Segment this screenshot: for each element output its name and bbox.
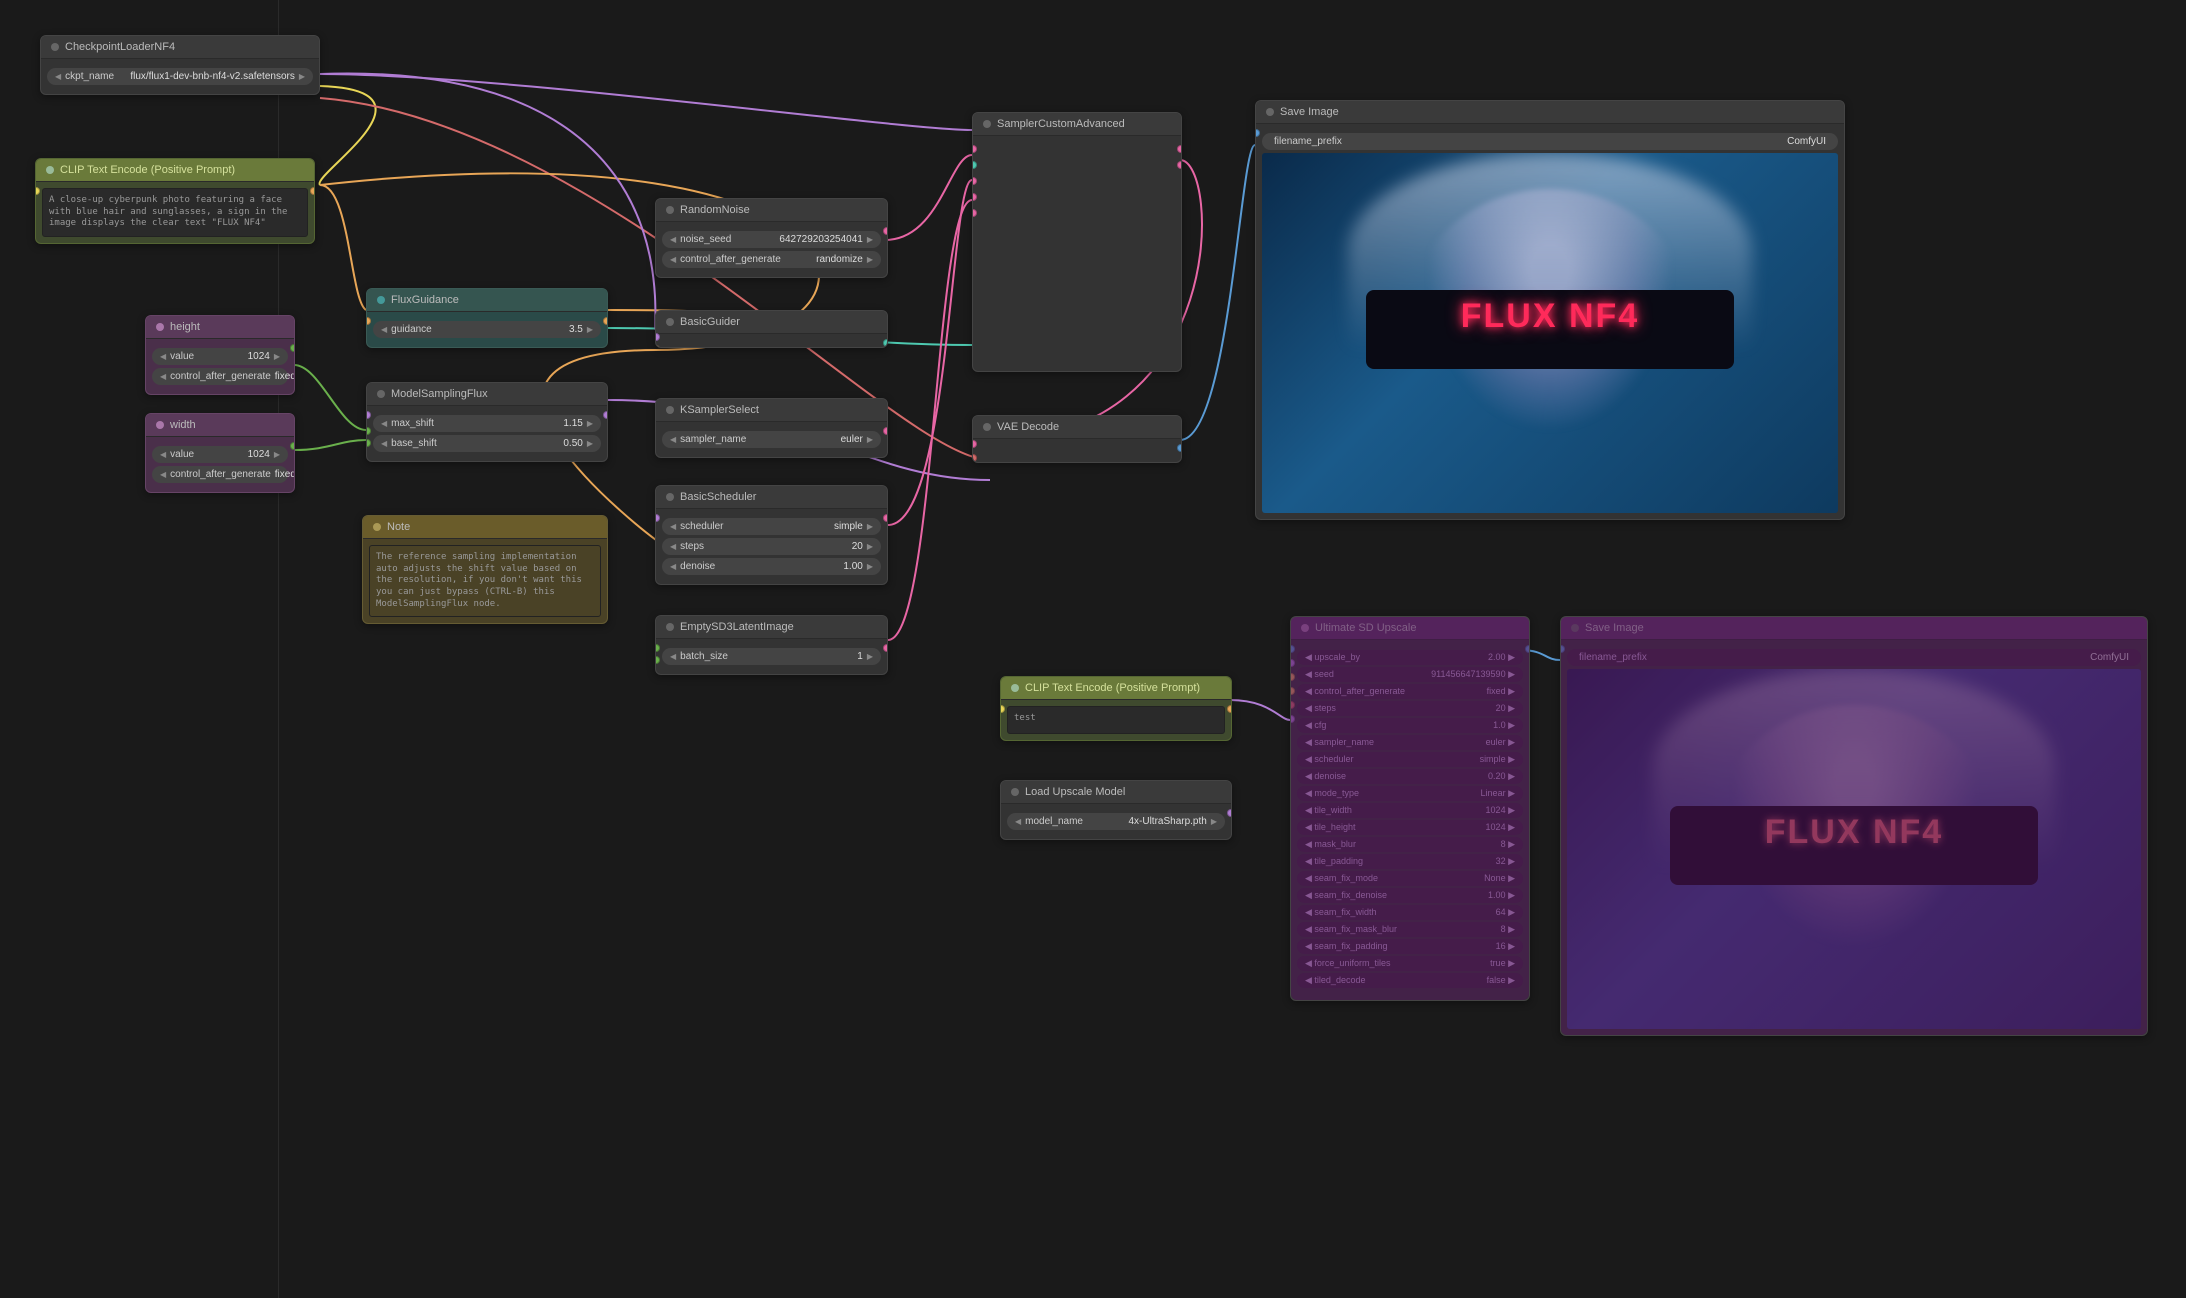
- node-load-upscale-model[interactable]: Load Upscale Model ◀model_name4x-UltraSh…: [1000, 780, 1232, 840]
- widget-height-cag[interactable]: ◀control_after_generatefixed▶: [152, 368, 288, 385]
- node-vae-decode[interactable]: VAE Decode: [972, 415, 1182, 463]
- node-basic-scheduler[interactable]: BasicScheduler ◀schedulersimple▶ ◀steps2…: [655, 485, 888, 585]
- node-height[interactable]: height ◀value1024▶ ◀control_after_genera…: [145, 315, 295, 395]
- node-clip-text-encode-positive-2[interactable]: CLIP Text Encode (Positive Prompt) test: [1000, 676, 1232, 741]
- node-note[interactable]: Note The reference sampling implementati…: [362, 515, 608, 624]
- node-save-image[interactable]: Save Image filename_prefixComfyUI FLUX N…: [1255, 100, 1845, 520]
- note-text: The reference sampling implementation au…: [369, 545, 601, 617]
- widget-ckpt-name[interactable]: ◀ckpt_nameflux/flux1-dev-bnb-nf4-v2.safe…: [47, 68, 313, 85]
- widget-batch-size[interactable]: ◀batch_size1▶: [662, 648, 881, 665]
- node-sampler-custom-advanced[interactable]: SamplerCustomAdvanced: [972, 112, 1182, 372]
- widget-scheduler[interactable]: ◀schedulersimple▶: [662, 518, 881, 535]
- widget-sampler-name[interactable]: ◀sampler_nameeuler▶: [662, 431, 881, 448]
- widget-max-shift[interactable]: ◀max_shift1.15▶: [373, 415, 601, 432]
- node-ultimate-sd-upscale[interactable]: Ultimate SD Upscale ◀ upscale_by2.00 ▶◀ …: [1290, 616, 1530, 1001]
- widget-guidance[interactable]: ◀guidance3.5▶: [373, 321, 601, 338]
- node-random-noise[interactable]: RandomNoise ◀noise_seed642729203254041▶ …: [655, 198, 888, 278]
- widget-width-cag[interactable]: ◀control_after_generatefixed▶: [152, 466, 288, 483]
- widget-steps[interactable]: ◀steps20▶: [662, 538, 881, 555]
- widget-width-value[interactable]: ◀value1024▶: [152, 446, 288, 463]
- widget-upscale-model[interactable]: ◀model_name4x-UltraSharp.pth▶: [1007, 813, 1225, 830]
- widget-height-value[interactable]: ◀value1024▶: [152, 348, 288, 365]
- node-empty-latent-image[interactable]: EmptySD3LatentImage ◀batch_size1▶: [655, 615, 888, 675]
- node-ksampler-select[interactable]: KSamplerSelect ◀sampler_nameeuler▶: [655, 398, 888, 458]
- node-flux-guidance[interactable]: FluxGuidance ◀guidance3.5▶: [366, 288, 608, 348]
- widget-denoise[interactable]: ◀denoise1.00▶: [662, 558, 881, 575]
- prompt-textbox[interactable]: A close-up cyberpunk photo featuring a f…: [42, 188, 308, 237]
- node-model-sampling-flux[interactable]: ModelSamplingFlux ◀max_shift1.15▶ ◀base_…: [366, 382, 608, 462]
- output-image[interactable]: FLUX NF4: [1262, 153, 1838, 513]
- node-basic-guider[interactable]: BasicGuider: [655, 310, 888, 348]
- node-clip-text-encode-positive[interactable]: CLIP Text Encode (Positive Prompt) A clo…: [35, 158, 315, 244]
- node-width[interactable]: width ◀value1024▶ ◀control_after_generat…: [145, 413, 295, 493]
- prompt-textbox-2[interactable]: test: [1007, 706, 1225, 734]
- widget-noise-seed[interactable]: ◀noise_seed642729203254041▶: [662, 231, 881, 248]
- widget-random-cag[interactable]: ◀control_after_generaterandomize▶: [662, 251, 881, 268]
- widget-filename-prefix[interactable]: filename_prefixComfyUI: [1262, 133, 1838, 150]
- node-checkpoint-loader[interactable]: CheckpointLoaderNF4 ◀ckpt_nameflux/flux1…: [40, 35, 320, 95]
- node-save-image-2[interactable]: Save Image filename_prefixComfyUI FLUX N…: [1560, 616, 2148, 1036]
- widget-base-shift[interactable]: ◀base_shift0.50▶: [373, 435, 601, 452]
